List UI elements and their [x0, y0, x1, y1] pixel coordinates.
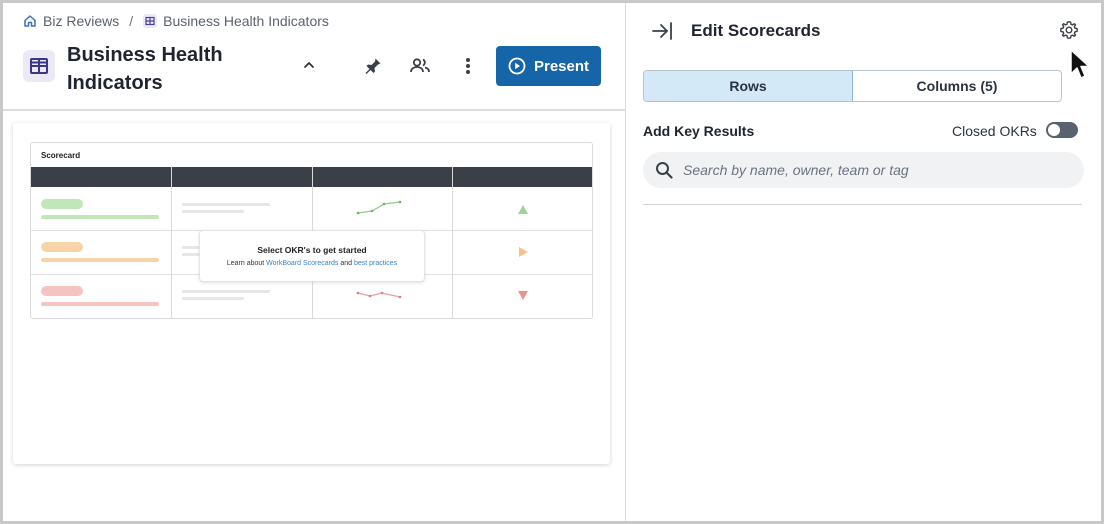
edit-scorecards-panel: Edit Scorecards Rows Columns (5) Add Key…: [626, 3, 1101, 521]
people-icon[interactable]: [409, 55, 431, 77]
closed-okrs-toggle[interactable]: [1046, 122, 1078, 138]
workboard-scorecards-link[interactable]: WorkBoard Scorecards: [266, 260, 338, 267]
trend-line-down: [356, 291, 402, 299]
present-label: Present: [533, 57, 590, 75]
play-circle-icon: [508, 57, 526, 75]
triangle-down-icon: [518, 291, 528, 300]
page-title: Business Health Indicators: [67, 44, 223, 94]
placeholder-line: [182, 203, 270, 206]
breadcrumb: Biz Reviews / Business Health Indicators: [23, 12, 329, 30]
triangle-up-icon: [518, 205, 528, 214]
status-pill-orange: [41, 242, 83, 252]
collapse-right-icon[interactable]: [650, 20, 674, 42]
breadcrumb-label: Biz Reviews: [43, 13, 120, 29]
column-divider: [452, 167, 453, 318]
trend-line-up: [356, 200, 402, 215]
placeholder-line: [182, 210, 244, 213]
rows-columns-toggle: Rows Columns (5): [643, 70, 1062, 102]
progress-bar-red: [41, 302, 159, 306]
get-started-text: Learn about WorkBoard Scorecards and bes…: [200, 260, 424, 267]
panel-title: Edit Scorecards: [691, 21, 821, 40]
header-divider: [3, 109, 625, 111]
closed-okrs-label: Closed OKRs: [952, 123, 1037, 139]
report-header: Business Health Indicators Present: [23, 41, 609, 99]
add-key-results-label: Add Key Results: [643, 123, 755, 139]
home-icon: [23, 14, 37, 28]
pin-icon[interactable]: [362, 55, 384, 77]
more-vertical-icon[interactable]: [457, 55, 479, 77]
tab-rows[interactable]: Rows: [644, 71, 853, 101]
search-divider: [643, 204, 1082, 205]
breadcrumb-separator: /: [129, 13, 134, 29]
get-started-card: Select OKR's to get started Learn about …: [199, 230, 425, 282]
breadcrumb-item-business-health[interactable]: Business Health Indicators: [143, 13, 329, 29]
breadcrumb-item-biz-reviews[interactable]: Biz Reviews: [23, 13, 119, 29]
progress-bar-orange: [41, 258, 159, 262]
placeholder-line: [182, 297, 244, 300]
table-icon: [143, 14, 158, 28]
search-icon: [653, 159, 675, 181]
placeholder-line: [182, 290, 270, 293]
learn-about-text: Learn about: [226, 260, 267, 267]
status-pill-green: [41, 199, 83, 209]
search-bar: [643, 152, 1084, 188]
report-pane: Biz Reviews / Business Health Indicators…: [3, 3, 625, 521]
get-started-title: Select OKR's to get started: [257, 245, 367, 255]
progress-bar-green: [41, 215, 159, 219]
scorecard-preview: Scorecard Select OKR's to get started Le…: [13, 123, 610, 464]
triangle-right-icon: [519, 247, 528, 257]
column-divider: [171, 167, 172, 318]
status-pill-red: [41, 286, 83, 296]
and-text: and: [338, 260, 354, 267]
breadcrumb-label: Business Health Indicators: [163, 13, 329, 29]
search-input[interactable]: [683, 162, 1063, 178]
gear-icon[interactable]: [1058, 19, 1080, 41]
table-icon: [23, 50, 55, 82]
tab-columns[interactable]: Columns (5): [853, 71, 1061, 101]
toggle-knob: [1048, 124, 1060, 136]
scorecard-title: Scorecard: [41, 151, 81, 160]
chevron-up-icon[interactable]: [301, 57, 317, 73]
present-button[interactable]: Present: [496, 46, 601, 86]
best-practices-link[interactable]: best practices: [354, 260, 397, 267]
